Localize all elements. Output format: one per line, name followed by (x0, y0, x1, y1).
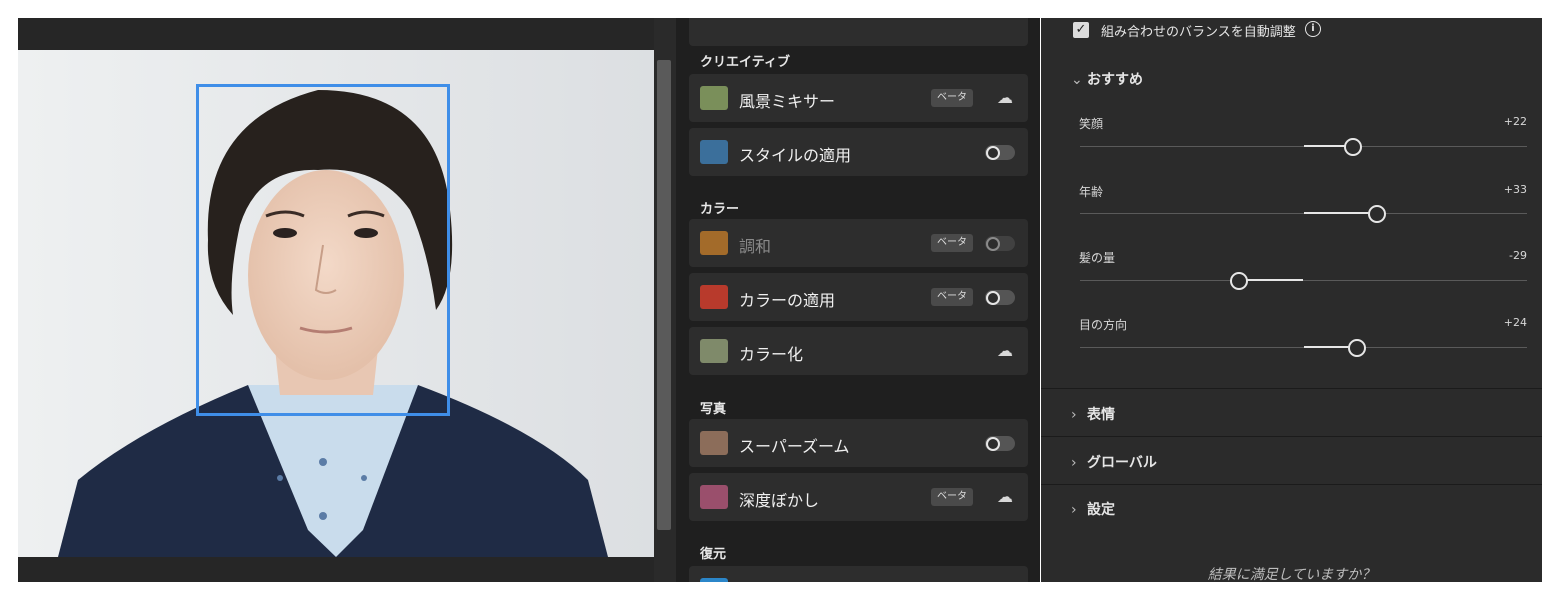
cloud-download-icon[interactable]: ☁ (995, 341, 1015, 361)
filter-item-harmonization[interactable]: 調和 ベータ (689, 219, 1028, 267)
section-title: 表情 (1087, 407, 1115, 423)
filter-item-color-transfer[interactable]: カラーの適用 ベータ (689, 273, 1028, 321)
section-global[interactable]: › グローバル (1071, 452, 1157, 472)
slider-label: 年齢 (1079, 185, 1104, 199)
cloud-download-icon[interactable]: ☁ (995, 88, 1015, 108)
cloud-download-icon[interactable]: ☁ (995, 487, 1015, 507)
filter-toggle[interactable] (985, 436, 1015, 451)
neural-filters-list: クリエイティブ 風景ミキサー ベータ ☁ スタイルの適用 カラー 調和 ベータ … (676, 18, 1040, 582)
style-transfer-thumb (700, 140, 728, 164)
section-title: 設定 (1087, 502, 1115, 518)
scrollbar-thumb[interactable] (657, 60, 671, 530)
chevron-right-icon: › (1071, 407, 1077, 423)
section-title: グローバル (1087, 455, 1157, 471)
landscape-mixer-thumb (700, 86, 728, 110)
slider-track[interactable] (1080, 280, 1527, 281)
info-icon[interactable]: i (1305, 21, 1321, 37)
filter-toggle[interactable] (985, 290, 1015, 305)
section-settings[interactable]: › 設定 (1071, 499, 1115, 519)
slider-fill (1238, 279, 1304, 281)
slider-knob[interactable] (1368, 205, 1387, 223)
slider-fill (1303, 212, 1378, 214)
beta-badge: ベータ (931, 288, 973, 306)
list-item-partial[interactable] (689, 566, 1028, 582)
slider-value: +22 (1503, 115, 1527, 128)
slider-label: 笑顔 (1079, 117, 1104, 131)
divider (1041, 484, 1542, 485)
slider-value: -29 (1509, 249, 1527, 262)
face-detection-box[interactable] (196, 84, 450, 416)
section-title-restore: 復元 (700, 547, 727, 562)
filter-label: 調和 (739, 237, 772, 256)
depth-blur-thumb (700, 485, 728, 509)
section-title-photo: 写真 (700, 402, 727, 417)
beta-badge: ベータ (931, 89, 973, 107)
filter-label: カラー化 (739, 345, 804, 364)
super-zoom-thumb (700, 431, 728, 455)
divider (1041, 388, 1542, 389)
slider-label: 髪の量 (1079, 251, 1116, 265)
feedback-question: 結果に満足していますか？ (1207, 567, 1376, 582)
beta-badge: ベータ (931, 234, 973, 252)
filter-label: 深度ぼかし (739, 491, 820, 510)
filter-label: カラーの適用 (739, 291, 836, 310)
filter-settings-panel: ✓ 組み合わせのバランスを自動調整 i ⌄ おすすめ 笑顔 +22 年齢 +33 … (1041, 18, 1542, 582)
section-title: おすすめ (1087, 72, 1143, 88)
section-expression[interactable]: › 表情 (1071, 404, 1115, 424)
slider-value: +33 (1503, 183, 1527, 196)
section-recommended[interactable]: ⌄ おすすめ (1071, 69, 1143, 89)
filter-label: 風景ミキサー (739, 92, 836, 111)
filter-label: スーパーズーム (739, 437, 850, 456)
slider-label: 目の方向 (1079, 318, 1128, 332)
beta-badge: ベータ (931, 488, 973, 506)
section-title-creative: クリエイティブ (700, 55, 790, 70)
filter-item-landscape-mixer[interactable]: 風景ミキサー ベータ ☁ (689, 74, 1028, 122)
chevron-right-icon: › (1071, 502, 1077, 518)
divider (1041, 436, 1542, 437)
filter-item-super-zoom[interactable]: スーパーズーム (689, 419, 1028, 467)
filter-toggle[interactable] (985, 145, 1015, 160)
color-transfer-thumb (700, 285, 728, 309)
filter-item-colorize[interactable]: カラー化 ☁ (689, 327, 1028, 375)
list-item-partial[interactable] (689, 18, 1028, 46)
auto-balance-checkbox[interactable]: ✓ (1073, 22, 1089, 38)
chevron-right-icon: › (1071, 455, 1077, 471)
filter-item-depth-blur[interactable]: 深度ぼかし ベータ ☁ (689, 473, 1028, 521)
filter-item-style-transfer[interactable]: スタイルの適用 (689, 128, 1028, 176)
slider-knob[interactable] (1229, 272, 1248, 290)
slider-knob[interactable] (1343, 138, 1362, 156)
filter-label: スタイルの適用 (739, 146, 852, 165)
colorize-thumb (700, 339, 728, 363)
filter-toggle[interactable] (985, 236, 1015, 251)
slider-knob[interactable] (1348, 339, 1367, 357)
slider-value: +24 (1503, 316, 1527, 329)
harmonization-thumb (700, 231, 728, 255)
restore-thumb (700, 578, 728, 582)
chevron-down-icon: ⌄ (1071, 72, 1083, 88)
auto-balance-label: 組み合わせのバランスを自動調整 (1101, 25, 1296, 40)
section-title-color: カラー (700, 202, 740, 217)
